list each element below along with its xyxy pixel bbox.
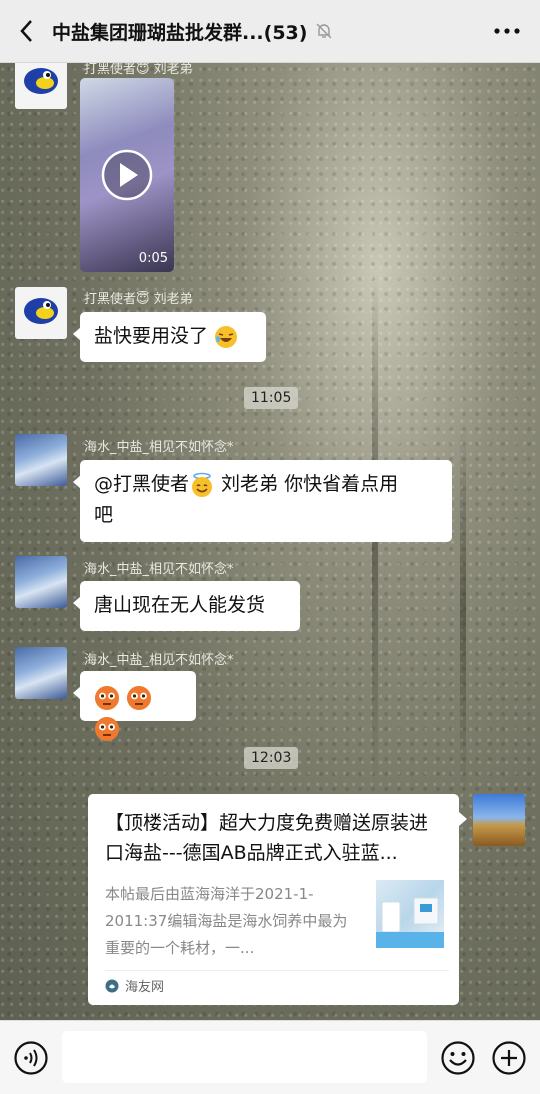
card-thumbnail xyxy=(376,880,444,948)
input-bar xyxy=(0,1020,540,1094)
message-bubble[interactable]: 盐快要用没了 xyxy=(73,312,266,362)
sender-name: 海水_中盐_相见不如怀念* xyxy=(84,653,234,668)
message-text: 刘老弟 你快省着点用 xyxy=(215,473,399,495)
video-message[interactable]: 0:05 xyxy=(80,78,174,272)
message-text: 唐山现在无人能发货 xyxy=(94,594,266,616)
message-bubble[interactable]: @打黑使者 刘老弟 你快省着点用 吧 xyxy=(73,460,452,542)
avatar[interactable] xyxy=(15,57,67,109)
message-text: 盐快要用没了 xyxy=(94,325,209,347)
fish-avatar-icon xyxy=(24,68,58,94)
background-streak xyxy=(460,420,466,800)
flushed-emoji-icon xyxy=(95,716,119,741)
avatar[interactable] xyxy=(15,556,67,608)
message-input[interactable] xyxy=(62,1031,427,1083)
card-source-name: 海友网 xyxy=(125,980,165,995)
site-logo-icon xyxy=(105,979,119,992)
more-button[interactable] xyxy=(492,16,522,46)
timestamp: 11:05 xyxy=(244,387,299,409)
avatar[interactable] xyxy=(15,647,67,699)
message-text-line2: 吧 xyxy=(94,504,114,526)
card-source: 海友网 xyxy=(105,976,164,995)
crying-laughing-emoji-icon xyxy=(215,325,238,348)
sender-name: 海水_中盐_相见不如怀念* xyxy=(84,440,234,455)
video-duration: 0:05 xyxy=(138,251,168,266)
avatar[interactable] xyxy=(15,434,67,486)
flushed-emoji-icon xyxy=(127,685,152,710)
message-bubble[interactable]: 唐山现在无人能发货 xyxy=(73,581,300,631)
divider xyxy=(105,970,449,971)
more-dots-icon xyxy=(494,28,520,34)
flushed-emoji-icon xyxy=(95,685,119,710)
chat-header: 中盐集团珊瑚盐批发群...(53) xyxy=(0,0,540,63)
back-button[interactable] xyxy=(0,0,52,62)
play-icon xyxy=(101,149,153,201)
product-image-icon xyxy=(376,897,444,948)
card-title: 【顶楼活动】超大力度免费赠送原装进口海盐---德国AB品牌正式入驻蓝... xyxy=(105,812,429,864)
chat-title[interactable]: 中盐集团珊瑚盐批发群...(53) xyxy=(52,18,307,45)
timestamp: 12:03 xyxy=(244,747,299,769)
my-avatar[interactable] xyxy=(473,794,525,846)
mention-text: @打黑使者 xyxy=(94,473,190,495)
bell-off-icon xyxy=(316,23,332,39)
link-card[interactable]: 【顶楼活动】超大力度免费赠送原装进口海盐---德国AB品牌正式入驻蓝... 本帖… xyxy=(88,794,467,1005)
add-icon[interactable] xyxy=(491,1040,527,1076)
halo-smile-emoji-icon xyxy=(192,472,213,497)
message-bubble[interactable] xyxy=(73,671,196,741)
sender-name: 海水_中盐_相见不如怀念* xyxy=(84,562,234,577)
emoji-icon[interactable] xyxy=(440,1040,476,1076)
fish-avatar-icon xyxy=(24,298,58,324)
avatar[interactable] xyxy=(15,287,67,339)
voice-icon[interactable] xyxy=(13,1040,49,1076)
card-description: 本帖最后由蓝海海洋于2021-1-2011:37编辑海盐是海水饲养中最为重要的一… xyxy=(105,885,348,957)
sender-name: 打黑使者😇 刘老弟 xyxy=(84,292,193,307)
chevron-left-icon xyxy=(20,20,32,42)
